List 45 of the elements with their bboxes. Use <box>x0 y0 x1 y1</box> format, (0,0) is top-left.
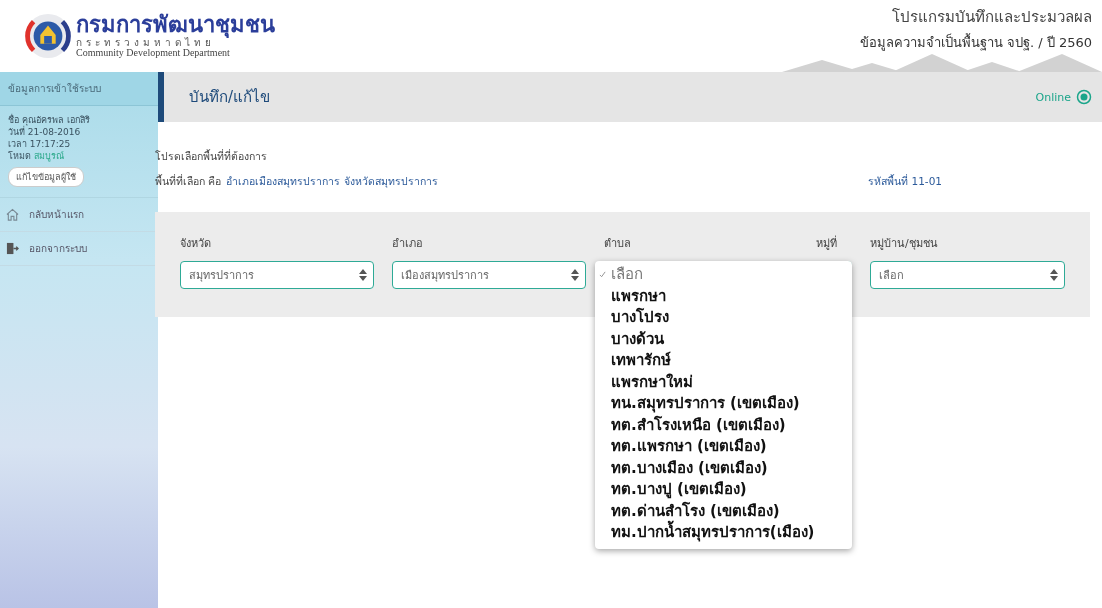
field-label: ตำบล <box>604 236 632 252</box>
organization-english-name: Community Development Department <box>76 48 231 58</box>
mode-value: สมบูรณ์ <box>34 150 64 162</box>
selected-area-label: พื้นที่ที่เลือก คือ <box>155 173 222 189</box>
dropdown-option[interactable]: ทต.สำโรงเหนือ (เขตเมือง) <box>595 414 852 436</box>
page-title: บันทึก/แก้ไข <box>189 87 272 108</box>
dropdown-option[interactable]: ทน.สมุทรปราการ (เขตเมือง) <box>595 393 852 415</box>
instruction-text: โปรดเลือกพื้นที่ที่ต้องการ <box>155 148 268 164</box>
mode-label: โหมด <box>8 150 31 162</box>
select-field[interactable]: สมุทรปราการ <box>180 261 374 289</box>
field-label: หมู่บ้าน/ชุมชน <box>870 236 939 252</box>
emblem-logo-icon <box>24 12 72 60</box>
user-info-text: เวลา 17:17:25 <box>8 138 72 150</box>
organization-name: กรมการพัฒนาชุมชน <box>76 14 275 36</box>
dropdown-option[interactable]: แพรกษา <box>595 285 852 307</box>
user-info-text: วันที่ 21-08-2016 <box>8 126 82 138</box>
dropdown-option[interactable]: เลือก <box>595 264 852 286</box>
dropdown-option[interactable]: ทต.บางปู (เขตเมือง) <box>595 479 852 501</box>
area-code-text: รหัสพื้นที่ 11-01 <box>868 173 942 189</box>
select-field[interactable]: เมืองสมุทรปราการ <box>392 261 586 289</box>
dropdown-option[interactable]: แพรกษาใหม่ <box>595 371 852 393</box>
status-text: Online <box>1035 90 1071 104</box>
updown-arrows-icon <box>571 269 579 281</box>
field-label: อำเภอ <box>392 236 424 252</box>
field-label: จังหวัด <box>180 236 212 252</box>
dropdown-option[interactable]: บางโปรง <box>595 307 852 329</box>
dropdown-option[interactable]: บางด้วน <box>595 328 852 350</box>
user-info-text: ชื่อ คุณอัครพล เอกสิริ <box>8 114 91 126</box>
program-subtitle: ข้อมูลความจำเป็นพื้นฐาน จปฐ. / ปี 2560 <box>859 32 1092 53</box>
dropdown-option[interactable]: ทม.ปากน้ำสมุทรปราการ(เมือง) <box>595 522 852 544</box>
updown-arrows-icon <box>1050 269 1058 281</box>
logout-icon <box>6 242 19 255</box>
home-icon <box>6 208 19 221</box>
updown-arrows-icon <box>359 269 367 281</box>
dropdown-option[interactable]: ทต.บางเมือง (เขตเมือง) <box>595 457 852 479</box>
check-icon <box>599 271 606 279</box>
dropdown-option[interactable]: เทพารักษ์ <box>595 350 852 372</box>
edit-user-button[interactable]: แก้ไขข้อมูลผู้ใช้ <box>8 167 84 187</box>
select-field[interactable]: เลือก <box>870 261 1065 289</box>
field-label: หมู่ที่ <box>816 234 838 252</box>
sidebar-title: ข้อมูลการเข้าใช้ระบบ <box>0 72 158 106</box>
ministry-name: กระทรวงมหาดไทย <box>76 38 215 48</box>
selected-area-value: อำเภอเมืองสมุทรปราการ จังหวัดสมุทรปราการ <box>226 174 438 190</box>
program-title: โปรแกรมบันทึกและประมวลผล <box>892 7 1092 28</box>
dropdown-option[interactable]: ทต.แพรกษา (เขตเมือง) <box>595 436 852 458</box>
